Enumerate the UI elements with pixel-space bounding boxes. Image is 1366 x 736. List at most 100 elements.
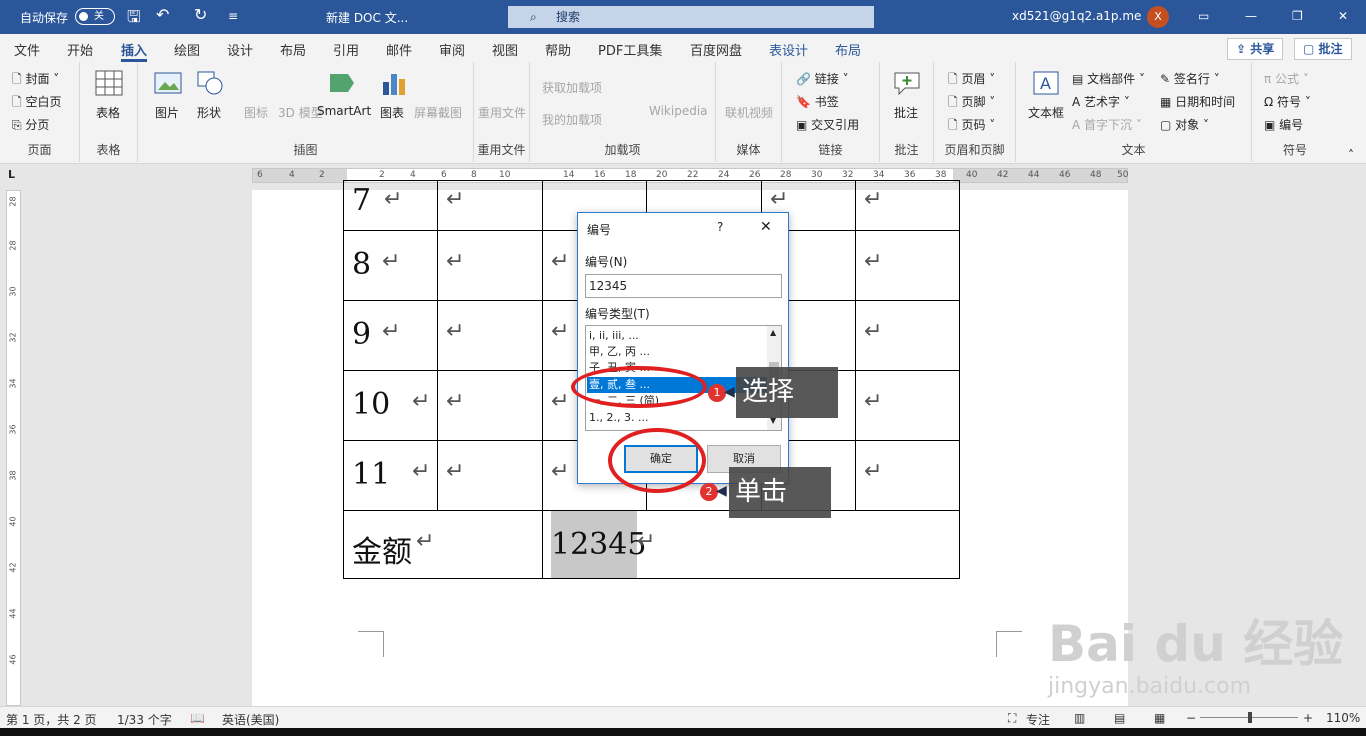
bookmark-button[interactable]: 🔖 书签 — [796, 93, 839, 110]
table-cell[interactable]: 10 ↵ — [343, 370, 438, 441]
print-layout-icon[interactable]: ▤ — [1114, 711, 1125, 725]
number-button[interactable]: ▣ 编号 — [1264, 116, 1303, 133]
tab-home[interactable]: 开始 — [67, 40, 93, 59]
wikipedia-button[interactable]: Wikipedia — [649, 104, 708, 118]
table-cell[interactable]: 9 ↵ — [343, 300, 438, 371]
tab-references[interactable]: 引用 — [333, 40, 359, 59]
table-cell[interactable]: ↵ — [437, 370, 543, 441]
my-addins-button[interactable]: 我的加载项 — [542, 111, 602, 128]
tab-insert[interactable]: 插入 — [121, 40, 148, 62]
zoom-out-icon[interactable]: − — [1186, 711, 1196, 725]
new-comment-icon[interactable] — [893, 70, 921, 96]
word-count[interactable]: 1/33 个字 — [117, 711, 172, 728]
zoom-level[interactable]: 110% — [1326, 711, 1360, 725]
tab-table-layout[interactable]: 布局 — [835, 40, 861, 59]
share-button[interactable]: ⇪ 共享 — [1227, 38, 1284, 60]
tab-view[interactable]: 视图 — [492, 40, 518, 59]
table-cell[interactable]: ↵ — [855, 300, 960, 371]
language[interactable]: 英语(美国) — [222, 711, 279, 728]
cross-reference-button[interactable]: ▣ 交叉引用 — [796, 116, 859, 133]
focus-icon[interactable]: ⛶ — [1008, 711, 1016, 726]
doc-title[interactable]: 新建 DOC 文... — [326, 9, 408, 26]
new-comment-button[interactable]: 批注 — [894, 104, 918, 121]
zoom-thumb[interactable] — [1248, 712, 1252, 723]
table-cell[interactable]: ↵ — [855, 180, 960, 231]
amount-label-cell[interactable]: 金额 ↵ — [343, 510, 543, 579]
tab-design[interactable]: 设计 — [227, 40, 253, 59]
tab-baidu-netdisk[interactable]: 百度网盘 — [690, 40, 742, 59]
customize-icon[interactable]: ≡ — [228, 9, 238, 23]
tab-layout[interactable]: 布局 — [280, 40, 306, 59]
table-cell[interactable]: 8 ↵ — [343, 230, 438, 301]
proofing-icon[interactable]: 📖 — [190, 711, 205, 725]
minimize-icon[interactable]: — — [1245, 9, 1257, 23]
read-mode-icon[interactable]: ▥ — [1074, 711, 1085, 725]
tab-mailings[interactable]: 邮件 — [386, 40, 412, 59]
footer-button[interactable]: 🗋 页脚 ˅ — [948, 93, 995, 114]
page-number-button[interactable]: 🗋 页码 ˅ — [948, 116, 995, 137]
redo-icon[interactable]: ↻ — [194, 5, 207, 24]
3d-models-button[interactable]: 3D 模型 — [278, 104, 323, 121]
tab-file[interactable]: 文件 — [14, 40, 40, 59]
table-cell[interactable]: ↵ — [437, 180, 543, 231]
list-item[interactable]: 1., 2., 3. ... — [589, 410, 648, 426]
tab-pdf-tools[interactable]: PDF工具集 — [598, 40, 662, 59]
list-item[interactable]: 甲, 乙, 丙 ... — [589, 344, 650, 360]
table-button[interactable]: 表格 — [96, 104, 120, 121]
focus-label[interactable]: 专注 — [1026, 711, 1050, 728]
web-layout-icon[interactable]: ▦ — [1154, 711, 1165, 725]
comments-button[interactable]: ▢ 批注 — [1294, 38, 1352, 60]
date-time-button[interactable]: ▦ 日期和时间 — [1160, 93, 1235, 110]
tab-stop-selector[interactable]: L — [8, 168, 15, 181]
scroll-up-icon[interactable]: ▲ — [770, 328, 776, 337]
symbol-button[interactable]: Ω 符号 ˅ — [1264, 93, 1311, 110]
number-input[interactable]: 12345 — [585, 274, 782, 298]
table-cell[interactable]: 7 ↵ — [343, 180, 438, 231]
table-cell[interactable]: ↵ — [855, 230, 960, 301]
cover-page-button[interactable]: 🗋 封面 ˅ — [12, 70, 59, 91]
text-box-icon[interactable]: A — [1032, 70, 1060, 96]
chart-button[interactable]: 图表 — [380, 104, 404, 121]
equation-button[interactable]: π 公式 ˅ — [1264, 70, 1309, 87]
vertical-ruler[interactable]: 28 28 30 32 34 36 38 40 42 44 46 — [6, 190, 21, 706]
blank-page-button[interactable]: 🗋 空白页 — [12, 93, 61, 114]
smartart-button[interactable]: SmartArt — [317, 104, 371, 118]
icons-button[interactable]: 图标 — [244, 104, 268, 121]
get-addins-button[interactable]: 获取加载项 — [542, 79, 602, 96]
undo-icon[interactable]: ↶ — [156, 5, 169, 24]
tab-table-design[interactable]: 表设计 — [769, 40, 808, 59]
autosave-toggle[interactable]: 关 — [75, 8, 115, 25]
avatar[interactable]: X — [1147, 6, 1169, 28]
page-break-button[interactable]: ⎘ 分页 — [12, 116, 49, 133]
quick-parts-button[interactable]: ▤ 文档部件 ˅ — [1072, 70, 1145, 87]
online-video-button[interactable]: 联机视频 — [725, 104, 773, 121]
table-cell[interactable]: ↵ — [437, 300, 543, 371]
help-icon[interactable]: ? — [717, 220, 723, 234]
tab-review[interactable]: 审阅 — [439, 40, 465, 59]
tab-help[interactable]: 帮助 — [545, 40, 571, 59]
shapes-icon[interactable] — [196, 70, 224, 96]
zoom-in-icon[interactable]: + — [1303, 711, 1313, 725]
smartart-icon[interactable] — [328, 70, 356, 96]
close-icon[interactable]: ✕ — [760, 219, 772, 235]
amount-value-cell[interactable]: 12345 ↵ — [542, 510, 960, 579]
table-cell[interactable]: ↵ — [437, 230, 543, 301]
picture-button[interactable]: 图片 — [155, 104, 179, 121]
table-cell[interactable]: 11 ↵ — [343, 440, 438, 511]
restore-icon[interactable]: ❐ — [1292, 9, 1303, 23]
object-button[interactable]: ▢ 对象 ˅ — [1160, 116, 1209, 133]
screenshot-button[interactable]: 屏幕截图 — [414, 104, 462, 121]
reuse-files-button[interactable]: 重用文件 — [478, 104, 526, 121]
list-item[interactable]: i, ii, iii, ... — [589, 328, 639, 344]
wordart-button[interactable]: A 艺术字 ˅ — [1072, 93, 1130, 110]
header-button[interactable]: 🗋 页眉 ˅ — [948, 70, 995, 91]
table-icon[interactable] — [95, 70, 123, 96]
save-icon[interactable]: 🖫 — [127, 6, 141, 33]
table-cell[interactable]: ↵ — [855, 370, 960, 441]
table-cell[interactable]: ↵ — [437, 440, 543, 511]
ribbon-display-icon[interactable]: ▭ — [1198, 9, 1209, 23]
chart-icon[interactable] — [380, 70, 408, 96]
page-count[interactable]: 第 1 页，共 2 页 — [6, 711, 97, 728]
signature-line-button[interactable]: ✎ 签名行 ˅ — [1160, 70, 1220, 87]
picture-icon[interactable] — [154, 70, 182, 96]
